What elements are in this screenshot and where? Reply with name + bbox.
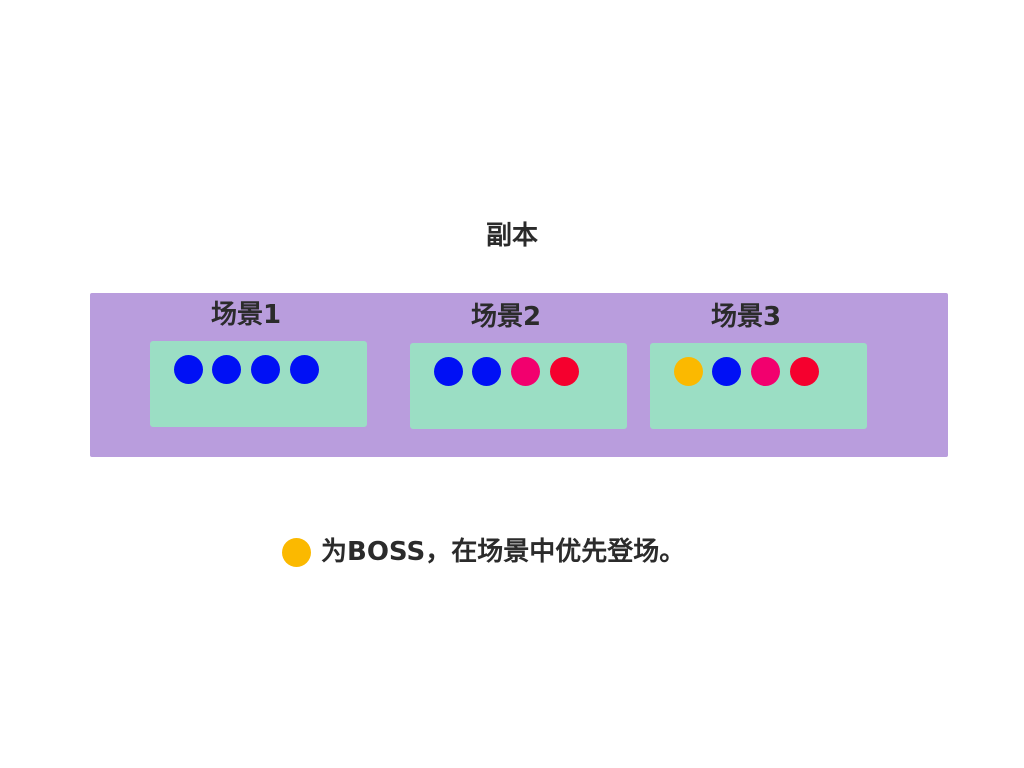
- scene-3-box: [650, 343, 867, 429]
- scene-3-dot-4: [790, 357, 819, 386]
- scene-1-box: [150, 341, 367, 427]
- scene-1-dot-2: [212, 355, 241, 384]
- scene-1-dot-3: [251, 355, 280, 384]
- scene-2-label: 场景2: [471, 302, 542, 332]
- scene-1-dot-1: [174, 355, 203, 384]
- legend-boss-dot: [282, 538, 311, 567]
- scene-3-dot-3: [751, 357, 780, 386]
- scene-1-label: 场景1: [211, 300, 282, 330]
- diagram-title: 副本: [485, 221, 538, 251]
- scene-3-dot-2: [712, 357, 741, 386]
- legend-text: 为BOSS，在场景中优先登场。: [321, 537, 686, 567]
- scene-2-dot-2: [472, 357, 501, 386]
- scene-2-dot-3: [511, 357, 540, 386]
- scene-2-dot-4: [550, 357, 579, 386]
- scene-1-dot-4: [290, 355, 319, 384]
- scene-2-box: [410, 343, 627, 429]
- scene-3-label: 场景3: [711, 302, 782, 332]
- scene-2-dot-1: [434, 357, 463, 386]
- scene-3-dot-1: [674, 357, 703, 386]
- diagram-canvas: 副本 场景1 场景2 场景3 为BOSS，在场景中优先登场。: [0, 0, 1024, 768]
